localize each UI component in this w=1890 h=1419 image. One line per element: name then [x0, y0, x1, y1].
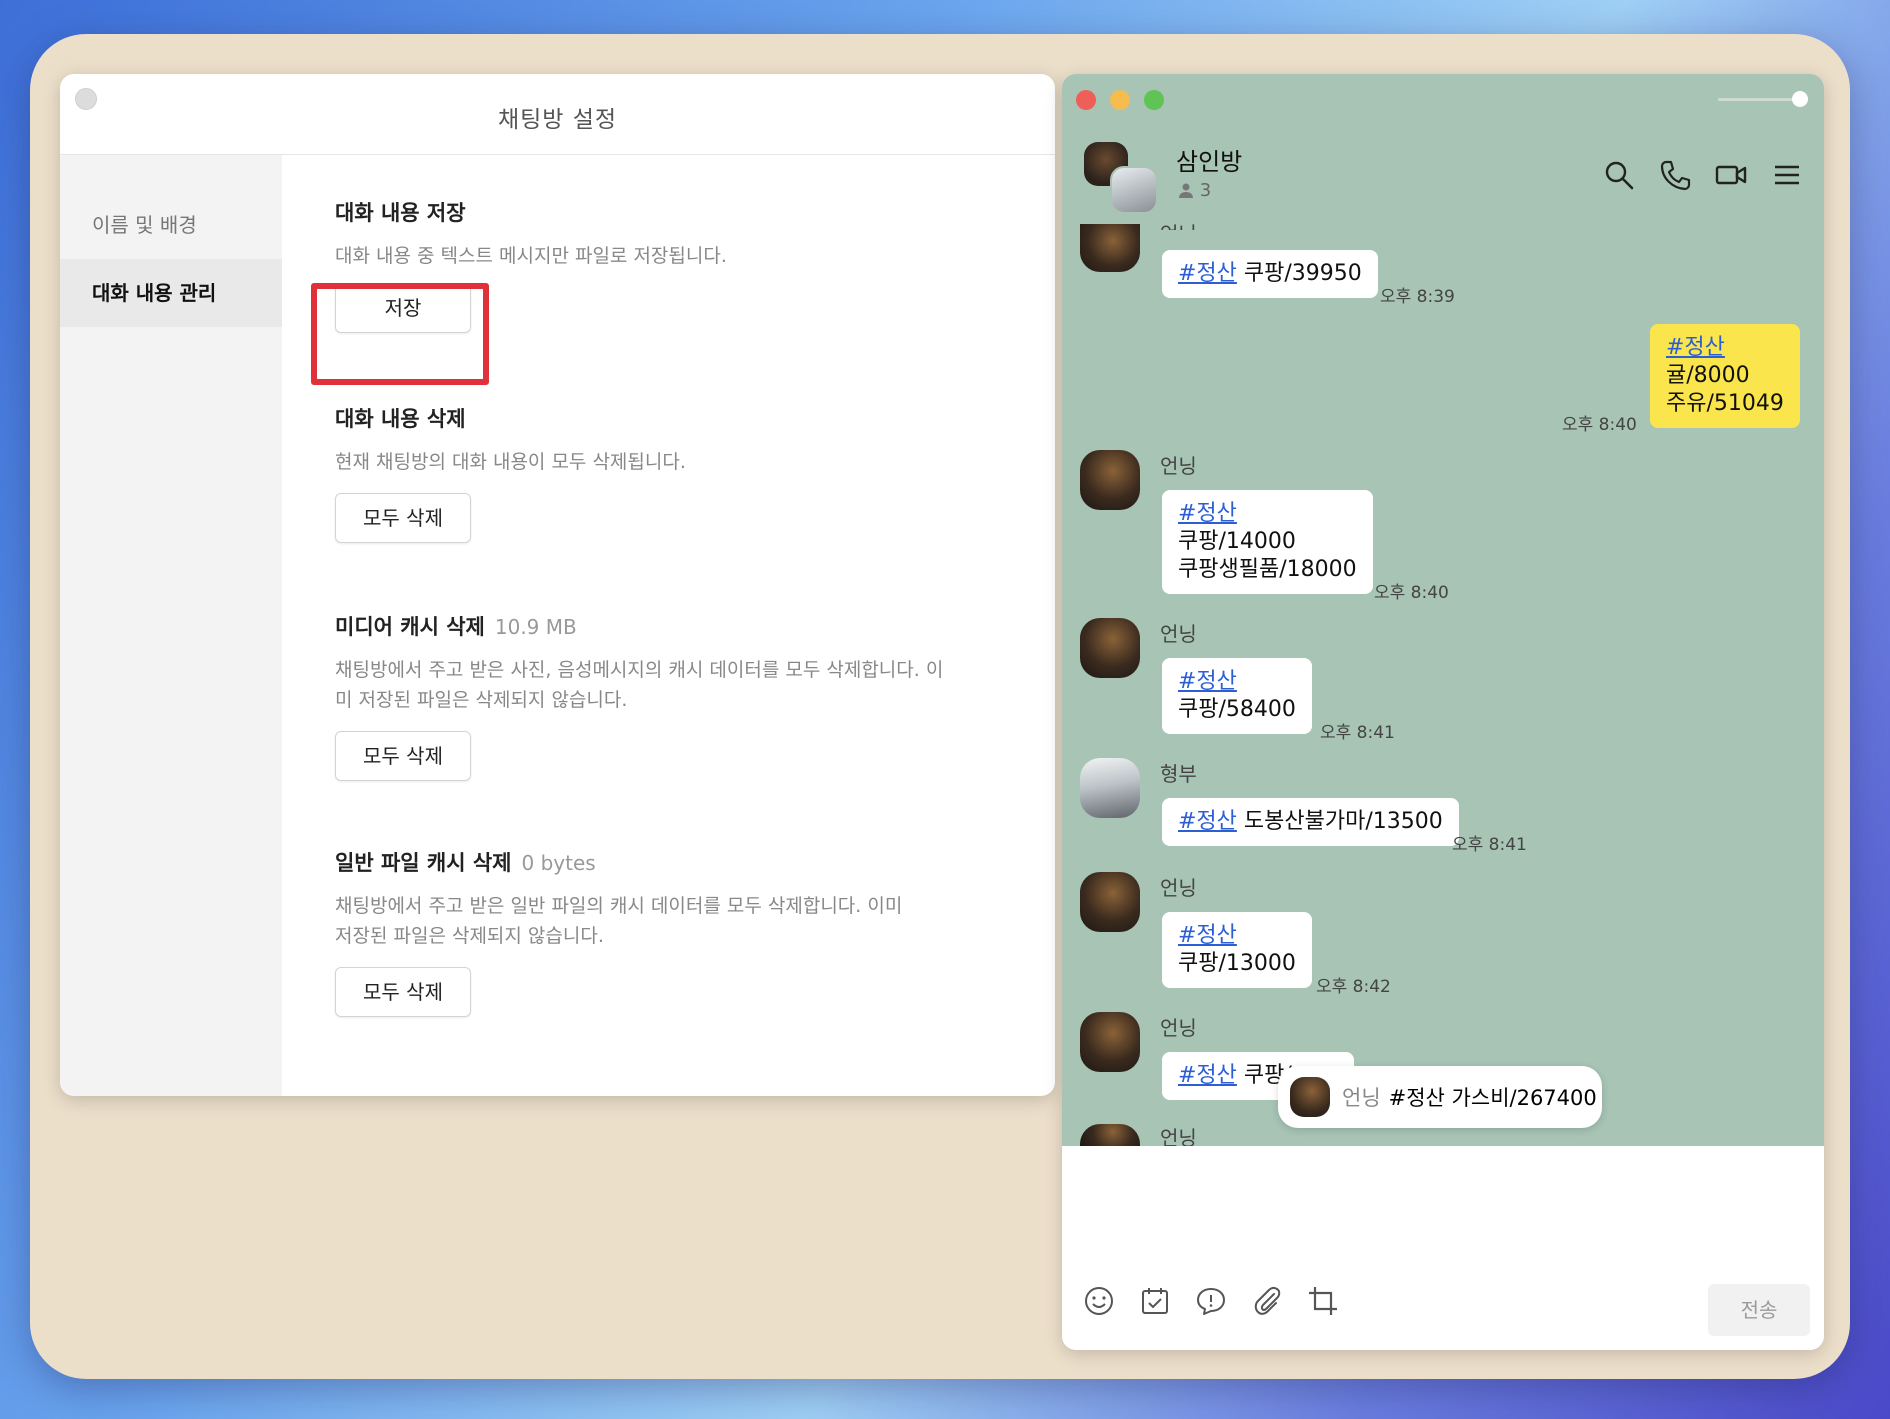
highlight-box: [311, 283, 489, 385]
my-message-bubble[interactable]: #정산 귤/8000 주유/51049: [1650, 324, 1800, 428]
preview-text: #정산 가스비/267400: [1388, 1086, 1597, 1110]
room-avatar[interactable]: [1110, 166, 1158, 214]
calendar-check-icon[interactable]: [1138, 1284, 1172, 1318]
section-delete-chat: 대화 내용 삭제 현재 채팅방의 대화 내용이 모두 삭제됩니다. 모두 삭제: [335, 403, 1015, 543]
menu-icon[interactable]: [1770, 158, 1804, 192]
opacity-slider-handle[interactable]: [1792, 91, 1808, 107]
sender-name: 언닝: [1160, 218, 1197, 230]
sender-name: 언닝: [1160, 876, 1197, 900]
chat-header-icons: [1602, 158, 1804, 192]
input-toolbar: [1082, 1284, 1340, 1318]
message-time: 오후 8:41: [1452, 835, 1527, 855]
new-message-preview[interactable]: 언닝 #정산 가스비/267400: [1278, 1066, 1602, 1128]
phone-icon[interactable]: [1658, 158, 1692, 192]
section-description: 현재 채팅방의 대화 내용이 모두 삭제됩니다.: [335, 451, 686, 473]
sender-avatar[interactable]: [1080, 872, 1140, 932]
chat-window: 삼인방 3 언닝 #정산 쿠팡/39950 오후 8:39 #정산 귤/8000…: [1062, 74, 1824, 1350]
message-bubble[interactable]: #정산 쿠팡/14000 쿠팡생필품/18000: [1162, 490, 1373, 594]
section-description: 채팅방에서 주고 받은 사진, 음성메시지의 캐시 데이터를 모두 삭제합니다.…: [335, 659, 944, 711]
cache-size: 10.9 MB: [494, 615, 577, 639]
sidebar-item-chat-management[interactable]: 대화 내용 관리: [60, 259, 282, 327]
sender-avatar[interactable]: [1080, 1012, 1140, 1072]
sender-avatar[interactable]: [1080, 450, 1140, 510]
section-title: 미디어 캐시 삭제 10.9 MB: [335, 615, 577, 639]
message-time: 오후 8:40: [1562, 415, 1637, 435]
section-title: 대화 내용 저장: [335, 201, 466, 225]
video-icon[interactable]: [1714, 158, 1748, 192]
message-time: 오후 8:41: [1320, 723, 1395, 743]
message-time: 오후 8:42: [1316, 977, 1391, 997]
cache-size: 0 bytes: [521, 851, 596, 875]
sender-name: 언닝: [1160, 1126, 1197, 1146]
message-bubble[interactable]: #정산 쿠팡/13000: [1162, 912, 1312, 988]
paperclip-icon[interactable]: [1250, 1284, 1284, 1318]
sender-avatar[interactable]: [1080, 224, 1140, 272]
sender-name: 언닝: [1160, 454, 1197, 478]
delete-media-cache-button[interactable]: 모두 삭제: [335, 731, 471, 781]
sidebar-item-name-background[interactable]: 이름 및 배경: [60, 191, 282, 259]
section-description: 채팅방에서 주고 받은 일반 파일의 캐시 데이터를 모두 삭제합니다. 이미 …: [335, 895, 903, 947]
opacity-slider[interactable]: [1718, 98, 1798, 101]
minimize-window-button[interactable]: [1110, 90, 1130, 110]
crop-icon[interactable]: [1306, 1284, 1340, 1318]
room-name[interactable]: 삼인방: [1176, 142, 1242, 177]
emoji-icon[interactable]: [1082, 1284, 1116, 1318]
delete-all-chat-button[interactable]: 모두 삭제: [335, 493, 471, 543]
settings-titlebar: 채팅방 설정: [60, 74, 1055, 155]
message-bubble[interactable]: #정산 쿠팡/39950: [1162, 250, 1378, 298]
preview-sender: 언닝: [1342, 1086, 1381, 1110]
sender-name: 언닝: [1160, 622, 1197, 646]
section-title: 일반 파일 캐시 삭제 0 bytes: [335, 851, 596, 875]
maximize-window-button[interactable]: [1144, 90, 1164, 110]
message-bubble[interactable]: #정산 도봉산불가마/13500: [1162, 798, 1459, 846]
person-icon: [1179, 183, 1193, 198]
sender-avatar: [1290, 1077, 1330, 1117]
section-title: 대화 내용 삭제: [335, 407, 466, 431]
sender-name: 형부: [1160, 762, 1197, 786]
settings-sidebar: 이름 및 배경 대화 내용 관리: [60, 155, 282, 1096]
search-icon[interactable]: [1602, 158, 1636, 192]
section-description: 대화 내용 중 텍스트 메시지만 파일로 저장됩니다.: [335, 245, 727, 267]
speech-bubble-icon[interactable]: [1194, 1284, 1228, 1318]
sender-avatar[interactable]: [1080, 1124, 1140, 1146]
sender-name: 언닝: [1160, 1016, 1197, 1040]
message-time: 오후 8:39: [1380, 287, 1455, 307]
sender-avatar[interactable]: [1080, 758, 1140, 818]
close-window-button[interactable]: [1076, 90, 1096, 110]
section-file-cache: 일반 파일 캐시 삭제 0 bytes 채팅방에서 주고 받은 일반 파일의 캐시…: [335, 847, 1015, 1017]
delete-file-cache-button[interactable]: 모두 삭제: [335, 967, 471, 1017]
message-time: 오후 8:40: [1374, 583, 1449, 603]
member-count[interactable]: 3: [1178, 180, 1211, 201]
chatroom-settings-window: 채팅방 설정 이름 및 배경 대화 내용 관리 대화 내용 저장 대화 내용 중…: [60, 74, 1055, 1096]
message-bubble[interactable]: #정산 쿠팡/58400: [1162, 658, 1312, 734]
section-media-cache: 미디어 캐시 삭제 10.9 MB 채팅방에서 주고 받은 사진, 음성메시지의 …: [335, 611, 1015, 781]
send-button[interactable]: 전송: [1708, 1284, 1810, 1336]
settings-title: 채팅방 설정: [497, 107, 618, 133]
sender-avatar[interactable]: [1080, 618, 1140, 678]
